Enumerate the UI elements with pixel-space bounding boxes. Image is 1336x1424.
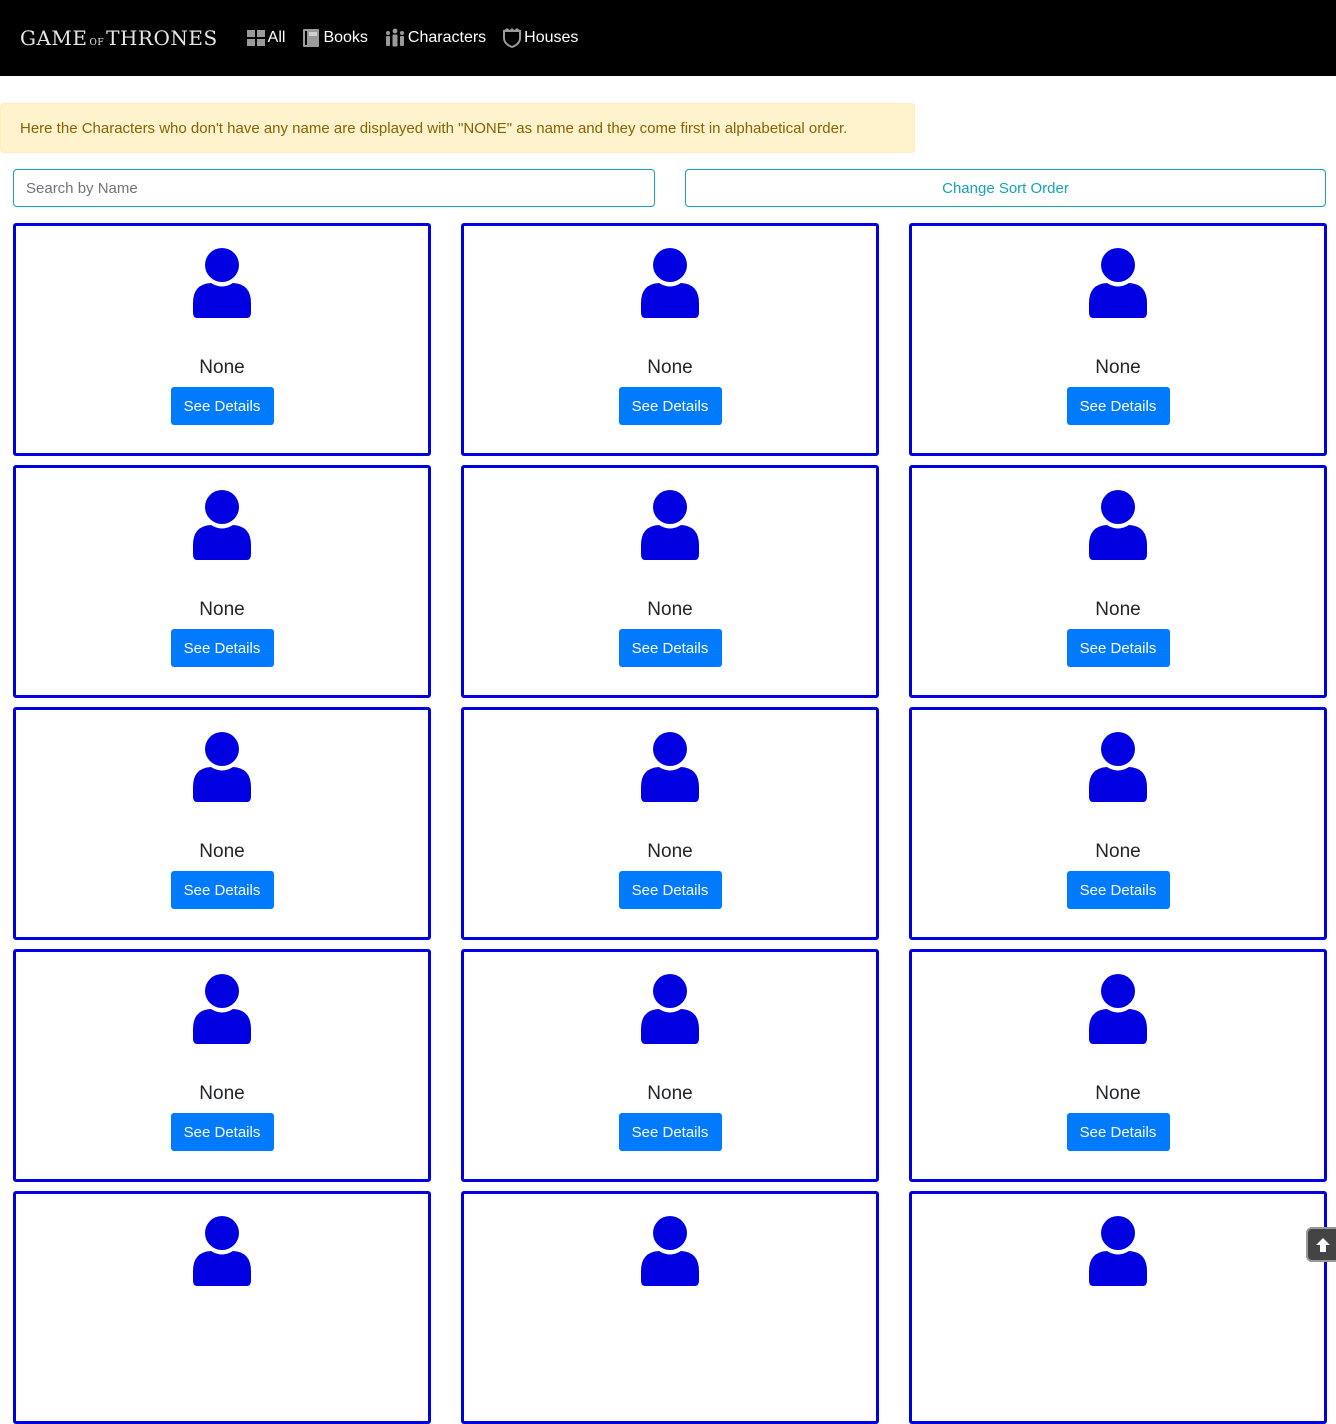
see-details-button[interactable]: See Details — [618, 629, 722, 667]
nav-link-houses[interactable]: Houses — [502, 28, 578, 48]
character-name: None — [199, 599, 245, 620]
grid-icon — [246, 30, 265, 46]
character-name: None — [647, 841, 693, 862]
user-icon — [193, 248, 251, 318]
user-icon — [1089, 974, 1147, 1044]
see-details-button[interactable]: See Details — [618, 387, 722, 425]
nav-link-all[interactable]: All — [246, 28, 286, 48]
character-card — [909, 1191, 1327, 1424]
character-card: None See Details — [13, 707, 431, 940]
brand-logo[interactable]: GAME OF THRONES — [20, 26, 218, 50]
character-name: None — [199, 357, 245, 378]
user-icon — [193, 974, 251, 1044]
character-card: None See Details — [13, 223, 431, 456]
character-name: None — [1095, 1083, 1141, 1104]
shield-icon — [503, 28, 522, 48]
see-details-button[interactable]: See Details — [170, 387, 274, 425]
character-card — [461, 1191, 879, 1424]
user-icon — [193, 490, 251, 560]
character-card: None See Details — [909, 949, 1327, 1182]
see-details-button[interactable]: See Details — [1066, 871, 1170, 909]
character-name: None — [199, 1083, 245, 1104]
scroll-to-top-button[interactable] — [1306, 1227, 1336, 1262]
nav-link-characters[interactable]: Characters — [384, 28, 486, 48]
character-card: None See Details — [461, 949, 879, 1182]
character-card: None See Details — [909, 707, 1327, 940]
search-input[interactable] — [13, 169, 655, 207]
character-name: None — [1095, 599, 1141, 620]
user-icon — [1089, 1216, 1147, 1286]
user-icon — [641, 248, 699, 318]
info-alert: Here the Characters who don't have any n… — [0, 103, 915, 153]
alert-text: Here the Characters who don't have any n… — [20, 119, 848, 137]
see-details-button[interactable]: See Details — [170, 871, 274, 909]
character-card — [13, 1191, 431, 1424]
character-name: None — [1095, 357, 1141, 378]
character-card: None See Details — [461, 707, 879, 940]
user-icon — [641, 974, 699, 1044]
character-card: None See Details — [13, 949, 431, 1182]
character-card: None See Details — [461, 223, 879, 456]
user-icon — [641, 732, 699, 802]
user-icon — [1089, 490, 1147, 560]
see-details-button[interactable]: See Details — [1066, 387, 1170, 425]
character-card: None See Details — [13, 465, 431, 698]
see-details-button[interactable]: See Details — [1066, 629, 1170, 667]
nav-link-label: Characters — [407, 29, 487, 46]
nav-link-label: Houses — [524, 29, 579, 46]
arrow-up-icon — [1316, 1237, 1330, 1252]
character-name: None — [647, 357, 693, 378]
nav-link-label: All — [267, 29, 286, 46]
character-name: None — [647, 1083, 693, 1104]
see-details-button[interactable]: See Details — [170, 629, 274, 667]
character-card: None See Details — [461, 465, 879, 698]
change-sort-order-button[interactable]: Change Sort Order — [685, 169, 1326, 207]
user-icon — [1089, 732, 1147, 802]
nav-link-label: Books — [323, 29, 368, 46]
see-details-button[interactable]: See Details — [1066, 1113, 1170, 1151]
see-details-button[interactable]: See Details — [618, 871, 722, 909]
user-icon — [641, 1216, 699, 1286]
character-card: None See Details — [909, 223, 1327, 456]
character-name: None — [199, 841, 245, 862]
character-name: None — [1095, 841, 1141, 862]
people-icon — [385, 28, 404, 47]
see-details-button[interactable]: See Details — [170, 1113, 274, 1151]
character-grid: None See Details None See Details None See De… — [13, 223, 1327, 1424]
character-card: None See Details — [909, 465, 1327, 698]
user-icon — [641, 490, 699, 560]
character-name: None — [647, 599, 693, 620]
book-icon — [303, 29, 320, 47]
user-icon — [1089, 248, 1147, 318]
user-icon — [193, 1216, 251, 1286]
user-icon — [193, 732, 251, 802]
nav-link-books[interactable]: Books — [301, 28, 368, 48]
navbar: GAME OF THRONES All Books Characters Hou… — [0, 0, 1336, 76]
see-details-button[interactable]: See Details — [618, 1113, 722, 1151]
